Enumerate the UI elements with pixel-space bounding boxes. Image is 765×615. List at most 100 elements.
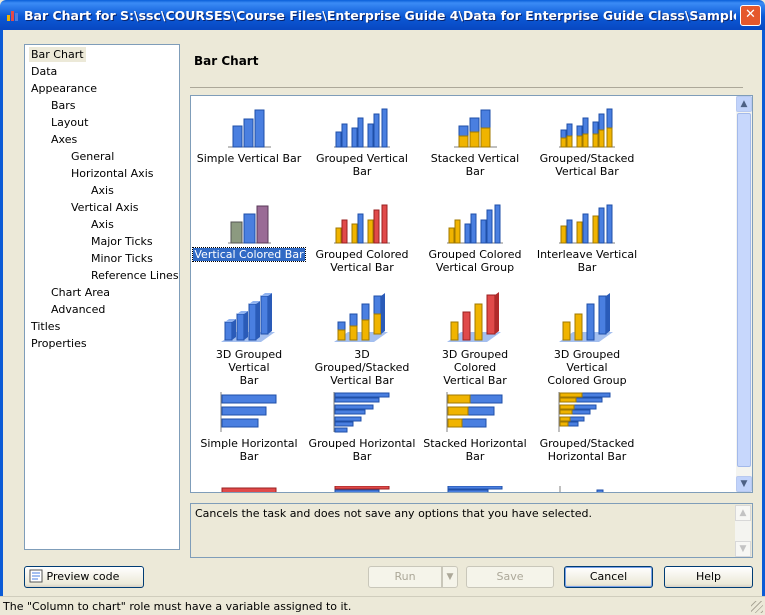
gallery-item-grouped-colored-vertical-bar[interactable]: Grouped Colored Vertical Bar — [306, 202, 418, 274]
gallery-item-interleave-vertical-bar[interactable]: Interleave Vertical Bar — [531, 202, 643, 274]
nav-item-major-ticks[interactable]: Major Ticks — [89, 234, 155, 249]
run-button[interactable]: Run — [368, 566, 442, 588]
nav-item-minor-ticks[interactable]: Minor Ticks — [89, 251, 155, 266]
gallery-item-3d-grouped-colored-vertical-bar[interactable]: 3D Grouped Colored Vertical Bar — [419, 292, 531, 387]
scroll-thumb[interactable] — [737, 113, 751, 467]
grouped-vertical-bar-icon — [334, 108, 390, 148]
gallery-label: Grouped Colored Vertical Group — [428, 248, 522, 274]
grouped-horizontal-bar-icon — [333, 392, 390, 433]
gallery-label: 3D Grouped Vertical Bar — [215, 348, 283, 387]
nav-item-appearance[interactable]: Appearance — [29, 81, 99, 96]
nav-item-bar-chart[interactable]: Bar Chart — [29, 47, 86, 62]
3d-grouped-vertical-colored-group-icon — [559, 293, 613, 342]
cancel-label: Cancel — [589, 570, 628, 583]
gallery-item-grouped-colored-vertical-group[interactable]: Grouped Colored Vertical Group — [419, 202, 531, 274]
gallery-label: Grouped Colored Vertical Bar — [315, 248, 409, 274]
gallery-item-partial[interactable] — [445, 486, 505, 492]
gallery-label: 3D Grouped Colored Vertical Bar — [441, 348, 509, 387]
save-label: Save — [496, 570, 524, 583]
interleave-horizontal-bar-icon — [559, 486, 604, 492]
3d-grouped-stacked-vertical-bar-icon — [334, 293, 388, 342]
nav-item-vertical-axis-axis[interactable]: Axis — [89, 217, 116, 232]
scroll-down-icon[interactable]: ▼ — [736, 476, 752, 492]
gallery-item-vertical-colored-bar[interactable]: Vertical Colored Bar — [192, 202, 306, 262]
nav-item-properties[interactable]: Properties — [29, 336, 89, 351]
nav-item-horizontal-axis[interactable]: Horizontal Axis — [69, 166, 155, 181]
gallery-label: Grouped/Stacked Horizontal Bar — [539, 437, 635, 463]
stacked-horizontal-bar-icon — [446, 392, 503, 432]
gallery-label: Grouped/Stacked Vertical Bar — [539, 152, 635, 178]
gallery-item-partial[interactable] — [332, 486, 392, 492]
chart-type-gallery: Simple Vertical Bar Grouped Vertical Bar… — [190, 95, 753, 493]
nav-item-chart-area[interactable]: Chart Area — [49, 285, 112, 300]
gallery-item-3d-grouped-vertical-bar[interactable]: 3D Grouped Vertical Bar — [193, 292, 305, 387]
gallery-item-stacked-vertical-bar[interactable]: Stacked Vertical Bar — [419, 106, 531, 178]
title-bar: Bar Chart for S:\ssc\COURSES\Course File… — [0, 0, 765, 30]
chevron-down-icon: ▼ — [446, 572, 454, 582]
scroll-down-icon: ▼ — [735, 541, 751, 557]
nav-item-general[interactable]: General — [69, 149, 116, 164]
bar-chart-app-icon — [7, 11, 18, 21]
gallery-label: Vertical Colored Bar — [192, 247, 306, 262]
navigation-tree: Bar Chart Data Appearance Bars Layout Ax… — [24, 44, 180, 550]
preview-code-label: Preview code — [46, 570, 120, 583]
nav-item-layout[interactable]: Layout — [49, 115, 90, 130]
window-title: Bar Chart for S:\ssc\COURSES\Course File… — [24, 8, 736, 23]
3d-grouped-vertical-bar-icon — [221, 293, 275, 342]
gallery-item-3d-grouped-vertical-colored-group[interactable]: 3D Grouped Vertical Colored Group — [531, 292, 643, 387]
nav-item-data[interactable]: Data — [29, 64, 59, 79]
grouped-stacked-vertical-bar-icon — [559, 108, 615, 148]
preview-code-button[interactable]: Preview code — [24, 566, 144, 588]
gallery-label: Stacked Vertical Bar — [430, 152, 520, 178]
gallery-label: Interleave Vertical Bar — [536, 248, 638, 274]
gallery-label: 3D Grouped/Stacked Vertical Bar — [314, 348, 410, 387]
interleave-vertical-bar-icon — [559, 204, 615, 244]
grouped-stacked-horizontal-bar-icon — [558, 392, 611, 432]
gallery-label: 3D Grouped Vertical Colored Group — [547, 348, 627, 387]
help-button[interactable]: Help — [664, 566, 753, 588]
close-icon: ✕ — [745, 7, 756, 22]
grouped-colored-horizontal-bar-icon — [334, 486, 390, 492]
gallery-item-grouped-vertical-bar[interactable]: Grouped Vertical Bar — [306, 106, 418, 178]
run-label: Run — [394, 570, 416, 583]
nav-item-bars[interactable]: Bars — [49, 98, 78, 113]
scroll-up-icon: ▲ — [735, 505, 751, 521]
run-dropdown-button[interactable]: ▼ — [442, 566, 458, 588]
gallery-item-grouped-stacked-vertical-bar[interactable]: Grouped/Stacked Vertical Bar — [531, 106, 643, 178]
grouped-colored-vertical-group-icon — [447, 204, 503, 244]
nav-item-advanced[interactable]: Advanced — [49, 302, 107, 317]
nav-item-axes[interactable]: Axes — [49, 132, 79, 147]
horizontal-colored-bar-icon — [221, 487, 277, 492]
gallery-item-partial[interactable] — [219, 486, 279, 492]
close-button[interactable]: ✕ — [740, 5, 761, 26]
gallery-item-stacked-horizontal-bar[interactable]: Stacked Horizontal Bar — [419, 391, 531, 463]
gallery-item-3d-grouped-stacked-vertical-bar[interactable]: 3D Grouped/Stacked Vertical Bar — [306, 292, 418, 387]
scroll-up-icon[interactable]: ▲ — [736, 96, 752, 112]
gallery-label: Stacked Horizontal Bar — [423, 437, 527, 463]
gallery-item-simple-vertical-bar[interactable]: Simple Vertical Bar — [193, 106, 305, 165]
gallery-item-grouped-stacked-horizontal-bar[interactable]: Grouped/Stacked Horizontal Bar — [531, 391, 643, 463]
grouped-colored-vertical-bar-icon — [334, 204, 390, 244]
gallery-item-partial[interactable] — [557, 486, 617, 492]
nav-item-titles[interactable]: Titles — [29, 319, 62, 334]
cancel-button[interactable]: Cancel — [564, 566, 653, 588]
nav-item-vertical-axis[interactable]: Vertical Axis — [69, 200, 141, 215]
nav-item-horizontal-axis-axis[interactable]: Axis — [89, 183, 116, 198]
description-panel: Cancels the task and does not save any o… — [190, 503, 753, 558]
save-button[interactable]: Save — [466, 566, 554, 588]
status-bar: The "Column to chart" role must have a v… — [0, 596, 765, 615]
vertical-colored-bar-icon — [228, 205, 271, 244]
gallery-item-grouped-horizontal-bar[interactable]: Grouped Horizontal Bar — [306, 391, 418, 463]
simple-horizontal-bar-icon — [220, 392, 277, 432]
grouped-colored-horizontal-group-icon — [447, 486, 503, 492]
gallery-scrollbar[interactable]: ▲ ▼ — [736, 96, 752, 492]
gallery-item-simple-horizontal-bar[interactable]: Simple Horizontal Bar — [193, 391, 305, 463]
description-scrollbar: ▲ ▼ — [735, 505, 751, 557]
header-divider — [190, 87, 743, 88]
help-label: Help — [695, 570, 722, 583]
resize-grip-icon[interactable] — [751, 601, 763, 613]
nav-item-reference-lines[interactable]: Reference Lines — [89, 268, 181, 283]
page-title: Bar Chart — [194, 54, 259, 68]
gallery-label: Simple Horizontal Bar — [200, 437, 298, 463]
status-message: The "Column to chart" role must have a v… — [3, 600, 352, 613]
